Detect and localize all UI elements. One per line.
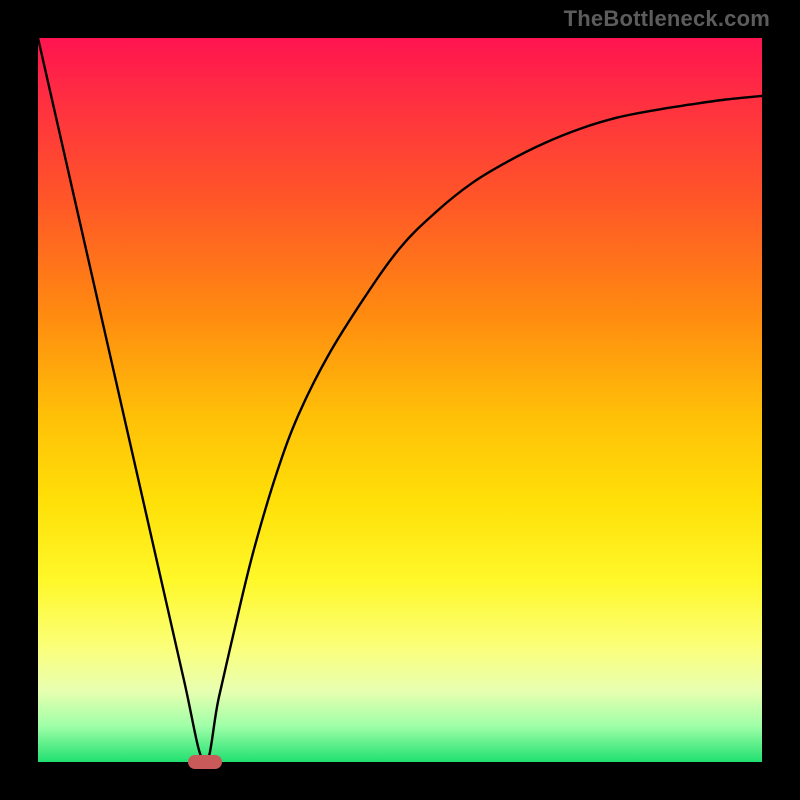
optimal-marker bbox=[188, 755, 222, 769]
curve-path bbox=[38, 38, 762, 762]
plot-area bbox=[38, 38, 762, 762]
bottleneck-curve bbox=[38, 38, 762, 762]
watermark-text: TheBottleneck.com bbox=[564, 6, 770, 32]
chart-frame: TheBottleneck.com bbox=[0, 0, 800, 800]
